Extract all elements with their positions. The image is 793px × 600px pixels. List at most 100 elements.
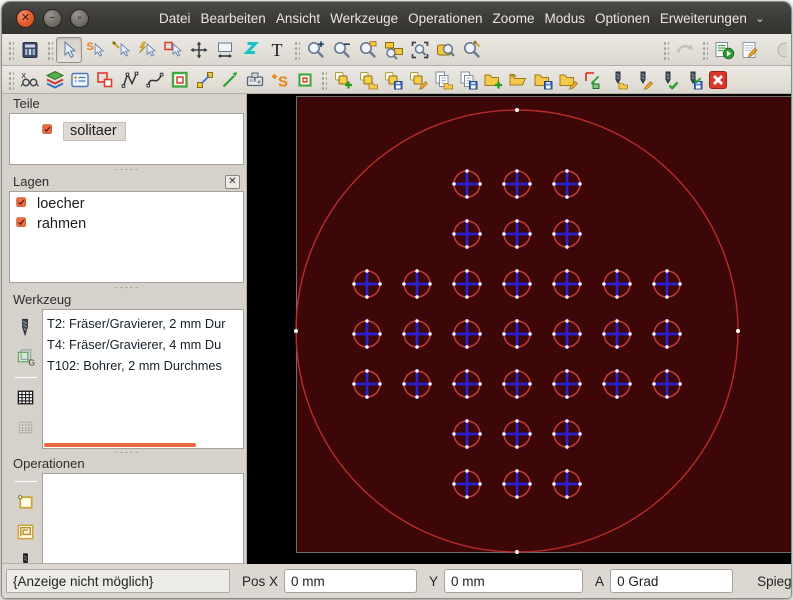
operationen-panel-header: Operationen — [9, 455, 244, 473]
text-icon[interactable]: T — [264, 37, 290, 63]
zoom-in-icon[interactable] — [303, 37, 329, 63]
tool-list-item[interactable]: T4: Fräser/Gravierer, 4 mm Du — [47, 334, 243, 355]
tool-table-disabled-icon[interactable] — [15, 417, 36, 438]
job-open-icon[interactable] — [355, 68, 380, 92]
draw-line-icon[interactable] — [217, 68, 242, 92]
toolbar-grip[interactable] — [7, 70, 14, 90]
menu-item-erweiterungen[interactable]: Erweiterungen — [660, 11, 747, 26]
zoom-pin-icon[interactable] — [459, 37, 485, 63]
select-flash-icon[interactable] — [134, 37, 160, 63]
import-contour-icon[interactable] — [580, 68, 605, 92]
tool-list-item[interactable]: T102: Bohrer, 2 mm Durchmes — [47, 355, 243, 376]
menu-item-ansicht[interactable]: Ansicht — [276, 11, 320, 26]
minimize-window-button[interactable]: − — [43, 9, 62, 28]
select-snap-icon[interactable]: S — [82, 37, 108, 63]
menu-overflow-chevron-icon[interactable]: ⌄ — [755, 11, 765, 25]
pos-y-label: Y — [429, 574, 438, 589]
drill-tool-icon[interactable] — [15, 317, 36, 338]
menu-item-zoome[interactable]: Zoome — [492, 11, 534, 26]
run-program-icon[interactable] — [711, 37, 737, 63]
checkbox-checked-icon[interactable] — [16, 217, 31, 232]
select-cursor-icon[interactable] — [56, 37, 82, 63]
lagen-panel-close-button[interactable]: ✕ — [225, 175, 240, 189]
grid-calculator-icon[interactable] — [17, 37, 43, 63]
tool-table-icon[interactable] — [15, 387, 36, 408]
mini-pocket-icon[interactable] — [292, 68, 317, 92]
tool-list-item[interactable]: T2: Fräser/Gravierer, 2 mm Dur — [47, 313, 243, 334]
zoom-selection-icon[interactable] — [433, 37, 459, 63]
toolbar-grip[interactable] — [701, 40, 708, 60]
item-label: rahmen — [37, 216, 86, 232]
tool-edit-icon[interactable] — [630, 68, 655, 92]
tool-apply-icon[interactable] — [655, 68, 680, 92]
part-save-icon[interactable] — [530, 68, 555, 92]
tool-save-icon[interactable] — [680, 68, 705, 92]
pocket-icon[interactable] — [167, 68, 192, 92]
zoom-region-icon[interactable] — [355, 37, 381, 63]
toolbar-grip[interactable] — [320, 70, 327, 90]
job-edit-icon[interactable] — [405, 68, 430, 92]
insert-s-icon[interactable]: S — [267, 68, 292, 92]
menu-item-datei[interactable]: Datei — [159, 11, 191, 26]
select-rect-icon[interactable] — [160, 37, 186, 63]
werkzeug-list: T2: Fräser/Gravierer, 2 mm DurT4: Fräser… — [42, 309, 244, 449]
pos-y-input[interactable] — [444, 569, 583, 593]
layers-icon[interactable] — [42, 68, 67, 92]
list-item[interactable]: loecher — [12, 194, 243, 214]
job-new-icon[interactable] — [330, 68, 355, 92]
edit-document-icon[interactable] — [737, 37, 763, 63]
menu-item-operationen[interactable]: Operationen — [408, 11, 482, 26]
panel-splitter[interactable] — [9, 165, 244, 173]
geometry-g-icon[interactable]: G — [15, 347, 36, 368]
svg-text:G: G — [28, 358, 35, 368]
op-drill-icon[interactable] — [15, 551, 36, 563]
operationen-list — [42, 473, 244, 563]
zoom-fit-icon[interactable] — [407, 37, 433, 63]
measure-zigzag-icon[interactable] — [238, 37, 264, 63]
lagen-panel-header: Lagen ✕ — [9, 173, 244, 191]
zoom-out-icon[interactable] — [329, 37, 355, 63]
part-open-icon[interactable] — [505, 68, 530, 92]
list-item[interactable]: rahmen — [12, 214, 243, 234]
part-edit-icon[interactable] — [555, 68, 580, 92]
resize-icon[interactable] — [212, 37, 238, 63]
menu-item-modus[interactable]: Modus — [545, 11, 586, 26]
svg-text:S: S — [278, 73, 288, 90]
contour-icon[interactable] — [92, 68, 117, 92]
toolbar-grip[interactable] — [46, 40, 53, 60]
polyline-icon[interactable] — [117, 68, 142, 92]
close-file-icon[interactable] — [705, 68, 730, 92]
part-add-icon[interactable] — [480, 68, 505, 92]
move-icon[interactable] — [186, 37, 212, 63]
cam-canvas[interactable] — [247, 94, 792, 563]
job-save-icon[interactable] — [380, 68, 405, 92]
list-item[interactable]: solitaer — [38, 120, 243, 143]
toolbar-grip[interactable] — [7, 40, 14, 60]
close-icon: ✕ — [228, 176, 236, 187]
op-pocket-spiral-icon[interactable] — [15, 521, 36, 542]
spline-icon[interactable] — [142, 68, 167, 92]
angle-input[interactable] — [610, 569, 733, 593]
properties-icon[interactable] — [67, 68, 92, 92]
move-points-icon[interactable] — [192, 68, 217, 92]
cut-preview-icon[interactable]: x — [17, 68, 42, 92]
toolbar-grip[interactable] — [662, 40, 669, 60]
zoom-all-icon[interactable] — [381, 37, 407, 63]
select-pin-icon[interactable] — [108, 37, 134, 63]
template-save-icon[interactable] — [455, 68, 480, 92]
toolbar-grip[interactable] — [293, 40, 300, 60]
maximize-window-button[interactable]: ▫ — [70, 9, 89, 28]
checkbox-checked-icon[interactable] — [42, 124, 57, 139]
menu-item-bearbeiten[interactable]: Bearbeiten — [201, 11, 266, 26]
template-open-icon[interactable] — [430, 68, 455, 92]
checkbox-checked-icon[interactable] — [16, 197, 31, 212]
menu-item-optionen[interactable]: Optionen — [595, 11, 650, 26]
werkzeug-hscrollbar[interactable] — [44, 443, 196, 447]
close-window-button[interactable]: ✕ — [16, 9, 35, 28]
tool-open-icon[interactable] — [605, 68, 630, 92]
machine-icon[interactable] — [242, 68, 267, 92]
pos-x-input[interactable] — [284, 569, 417, 593]
menu-item-werkzeuge[interactable]: Werkzeuge — [330, 11, 398, 26]
panel-splitter[interactable] — [9, 283, 244, 291]
op-contour-icon[interactable] — [15, 491, 36, 512]
